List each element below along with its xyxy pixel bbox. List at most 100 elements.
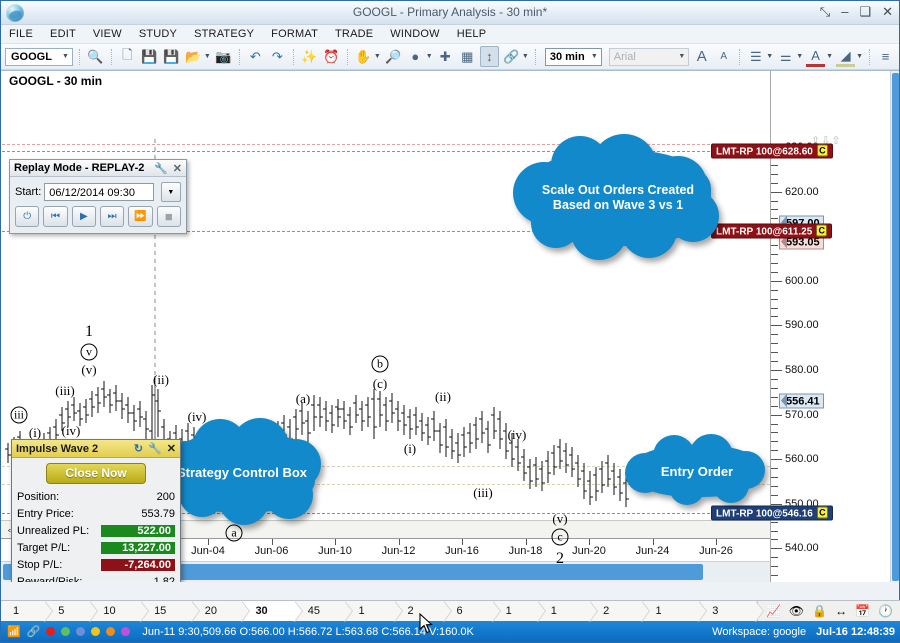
symbol-combo[interactable]: GOOGL ▼ <box>5 47 73 66</box>
scale-out-order-1[interactable]: LMT-RP 100@628.60 C <box>711 143 833 159</box>
history-icon[interactable]: 🕐 <box>878 604 893 618</box>
menu-item-help[interactable]: HELP <box>457 28 487 40</box>
vertical-scrollbar[interactable] <box>890 71 899 582</box>
line-weight-icon[interactable]: ☰ <box>746 46 765 67</box>
timeframe-tab-1-week[interactable]: 1 week <box>538 601 599 637</box>
menu-item-format[interactable]: FORMAT <box>271 28 318 40</box>
lock-icon[interactable]: 🔒 <box>812 604 827 618</box>
connection-status-dot[interactable] <box>121 627 131 636</box>
timeframe-tab-1-min[interactable]: 1 min <box>1 601 54 637</box>
close-now-button[interactable]: Close Now <box>46 463 146 484</box>
line-style-icon[interactable]: ⚌ <box>776 46 795 67</box>
save-as-icon[interactable]: 💾 <box>162 46 181 67</box>
wave-label[interactable]: b <box>371 355 389 373</box>
wave-label[interactable]: (iv) <box>508 427 527 443</box>
timeframe-tab-2-week[interactable]: 2 week <box>591 601 651 637</box>
chevron-down-icon[interactable]: ▼ <box>766 53 773 60</box>
wrench-icon[interactable]: 🔧 <box>148 442 162 455</box>
close-icon[interactable]: ✕ <box>167 442 176 455</box>
rewind-to-start-button[interactable]: ⏮ <box>43 206 68 227</box>
timeframe-tab-1-hour[interactable]: 1 hour <box>346 601 403 637</box>
timeframe-tab-3-month[interactable]: 3 month <box>700 601 764 637</box>
restore-fullscreen-icon[interactable]: ⤡ <box>820 4 830 20</box>
zoom-out-icon[interactable]: 🔎 <box>384 46 403 67</box>
fill-color-icon[interactable]: ◢ <box>836 46 856 67</box>
chart-hide-icon[interactable]: 📈 <box>766 604 781 618</box>
connection-status-dot[interactable] <box>46 627 56 636</box>
chevron-down-icon[interactable]: ▼ <box>826 53 833 60</box>
chevron-down-icon[interactable]: ▼ <box>204 53 211 60</box>
link-icon[interactable]: 🔗 <box>27 625 41 638</box>
timeframe-tab-45-min[interactable]: 45 min <box>295 601 354 637</box>
wave-label[interactable]: (iii) <box>55 383 75 399</box>
undo-icon[interactable]: ↶ <box>246 46 265 67</box>
text-size-decrease-icon[interactable]: A <box>714 46 733 67</box>
wave-label[interactable]: (v) <box>81 362 96 378</box>
stop-button[interactable]: ■ <box>156 206 181 227</box>
order-badge[interactable]: C <box>816 506 828 519</box>
menu-item-window[interactable]: WINDOW <box>390 28 439 40</box>
wave-label[interactable]: (a) <box>296 391 310 407</box>
play-button[interactable]: ▶ <box>71 206 96 227</box>
wave-label[interactable]: (ii) <box>435 389 451 405</box>
wave-label[interactable]: v <box>80 343 98 361</box>
chevron-down-icon[interactable]: ▼ <box>426 53 433 60</box>
power-button[interactable]: ⏻ <box>15 206 40 227</box>
fast-forward-button[interactable]: ⏩ <box>128 206 153 227</box>
timeframe-tab-6-hour[interactable]: 6 hour <box>444 601 501 637</box>
alarm-clock-icon[interactable]: ⏰ <box>322 46 341 67</box>
wave-label[interactable]: (ii) <box>153 372 169 388</box>
save-icon[interactable]: 💾 <box>140 46 159 67</box>
vertical-scale-icon[interactable]: ↕ <box>479 46 499 67</box>
open-folder-icon[interactable]: 📂 <box>184 46 203 67</box>
wrench-icon[interactable]: 🔧 <box>154 162 168 175</box>
radar-icon[interactable]: 📶 <box>7 625 21 638</box>
refresh-icon[interactable]: ↻ <box>134 442 143 455</box>
wave-label[interactable]: a <box>225 524 243 542</box>
order-badge[interactable]: C <box>816 144 828 157</box>
font-combo[interactable]: Arial ▼ <box>608 47 690 66</box>
menu-item-edit[interactable]: EDIT <box>50 28 76 40</box>
chevron-down-icon[interactable]: ▼ <box>856 53 863 60</box>
entry-order[interactable]: LMT-RP 100@546.16 C <box>711 505 833 521</box>
connection-status-dot[interactable] <box>76 627 86 636</box>
link-icon[interactable]: 🔗 <box>502 46 521 67</box>
maximize-icon[interactable]: ❑ <box>859 4 871 20</box>
fit-width-icon[interactable]: ↔ <box>835 604 847 618</box>
timeframe-combo[interactable]: 30 min ▼ <box>544 47 602 66</box>
order-badge[interactable]: C <box>816 224 828 237</box>
redo-icon[interactable]: ↷ <box>268 46 287 67</box>
wave-label[interactable]: c <box>551 528 569 546</box>
wave-label[interactable]: (c) <box>373 376 387 392</box>
menu-item-file[interactable]: FILE <box>9 28 33 40</box>
more-icon[interactable]: ≡ <box>876 46 895 67</box>
replay-start-input[interactable]: 06/12/2014 09:30 <box>44 183 154 201</box>
chart-area[interactable]: GOOGL - 30 min LMT-RP 100@628.60 C LMT-R… <box>1 70 899 582</box>
eye-icon[interactable]: 👁 <box>789 604 804 618</box>
components-icon[interactable]: ▦ <box>458 46 477 67</box>
step-forward-button[interactable]: ⏭ <box>99 206 125 227</box>
close-icon[interactable]: ✕ <box>173 162 182 175</box>
menu-item-trade[interactable]: TRADE <box>335 28 373 40</box>
timeframe-tab-10-min[interactable]: 10 min <box>91 601 149 637</box>
font-color-icon[interactable]: A <box>806 46 826 67</box>
timeframe-tab-30-min[interactable]: 30 min <box>243 601 304 637</box>
cursor-tool-icon[interactable]: ● <box>406 46 425 67</box>
scale-out-order-2[interactable]: LMT-RP 100@611.25 C <box>711 223 833 239</box>
new-document-icon[interactable]: 🗋 <box>118 46 137 67</box>
calendar-icon[interactable]: 📅 <box>855 604 870 618</box>
text-size-increase-icon[interactable]: A <box>692 46 711 67</box>
wave-label[interactable]: (i) <box>404 441 416 457</box>
menu-item-study[interactable]: STUDY <box>139 28 177 40</box>
menu-item-strategy[interactable]: STRATEGY <box>194 28 254 40</box>
hand-pan-icon[interactable]: ✋ <box>354 46 373 67</box>
connection-status-dot[interactable] <box>91 627 101 636</box>
chevron-down-icon[interactable]: ▼ <box>160 182 181 202</box>
connection-status-dot[interactable] <box>106 627 116 636</box>
replay-mode-panel[interactable]: Replay Mode - REPLAY-2 🔧 ✕ Start: 06/12/… <box>9 159 187 234</box>
chevron-down-icon[interactable]: ▼ <box>796 53 803 60</box>
wave-label[interactable]: (v) <box>552 511 567 527</box>
timeframe-tab-15-min[interactable]: 15 min <box>142 601 200 637</box>
chevron-down-icon[interactable]: ▼ <box>374 53 381 60</box>
impulse-wave-panel[interactable]: Impulse Wave 2 ↻ 🔧 ✕ Close Now Position:… <box>11 439 181 582</box>
